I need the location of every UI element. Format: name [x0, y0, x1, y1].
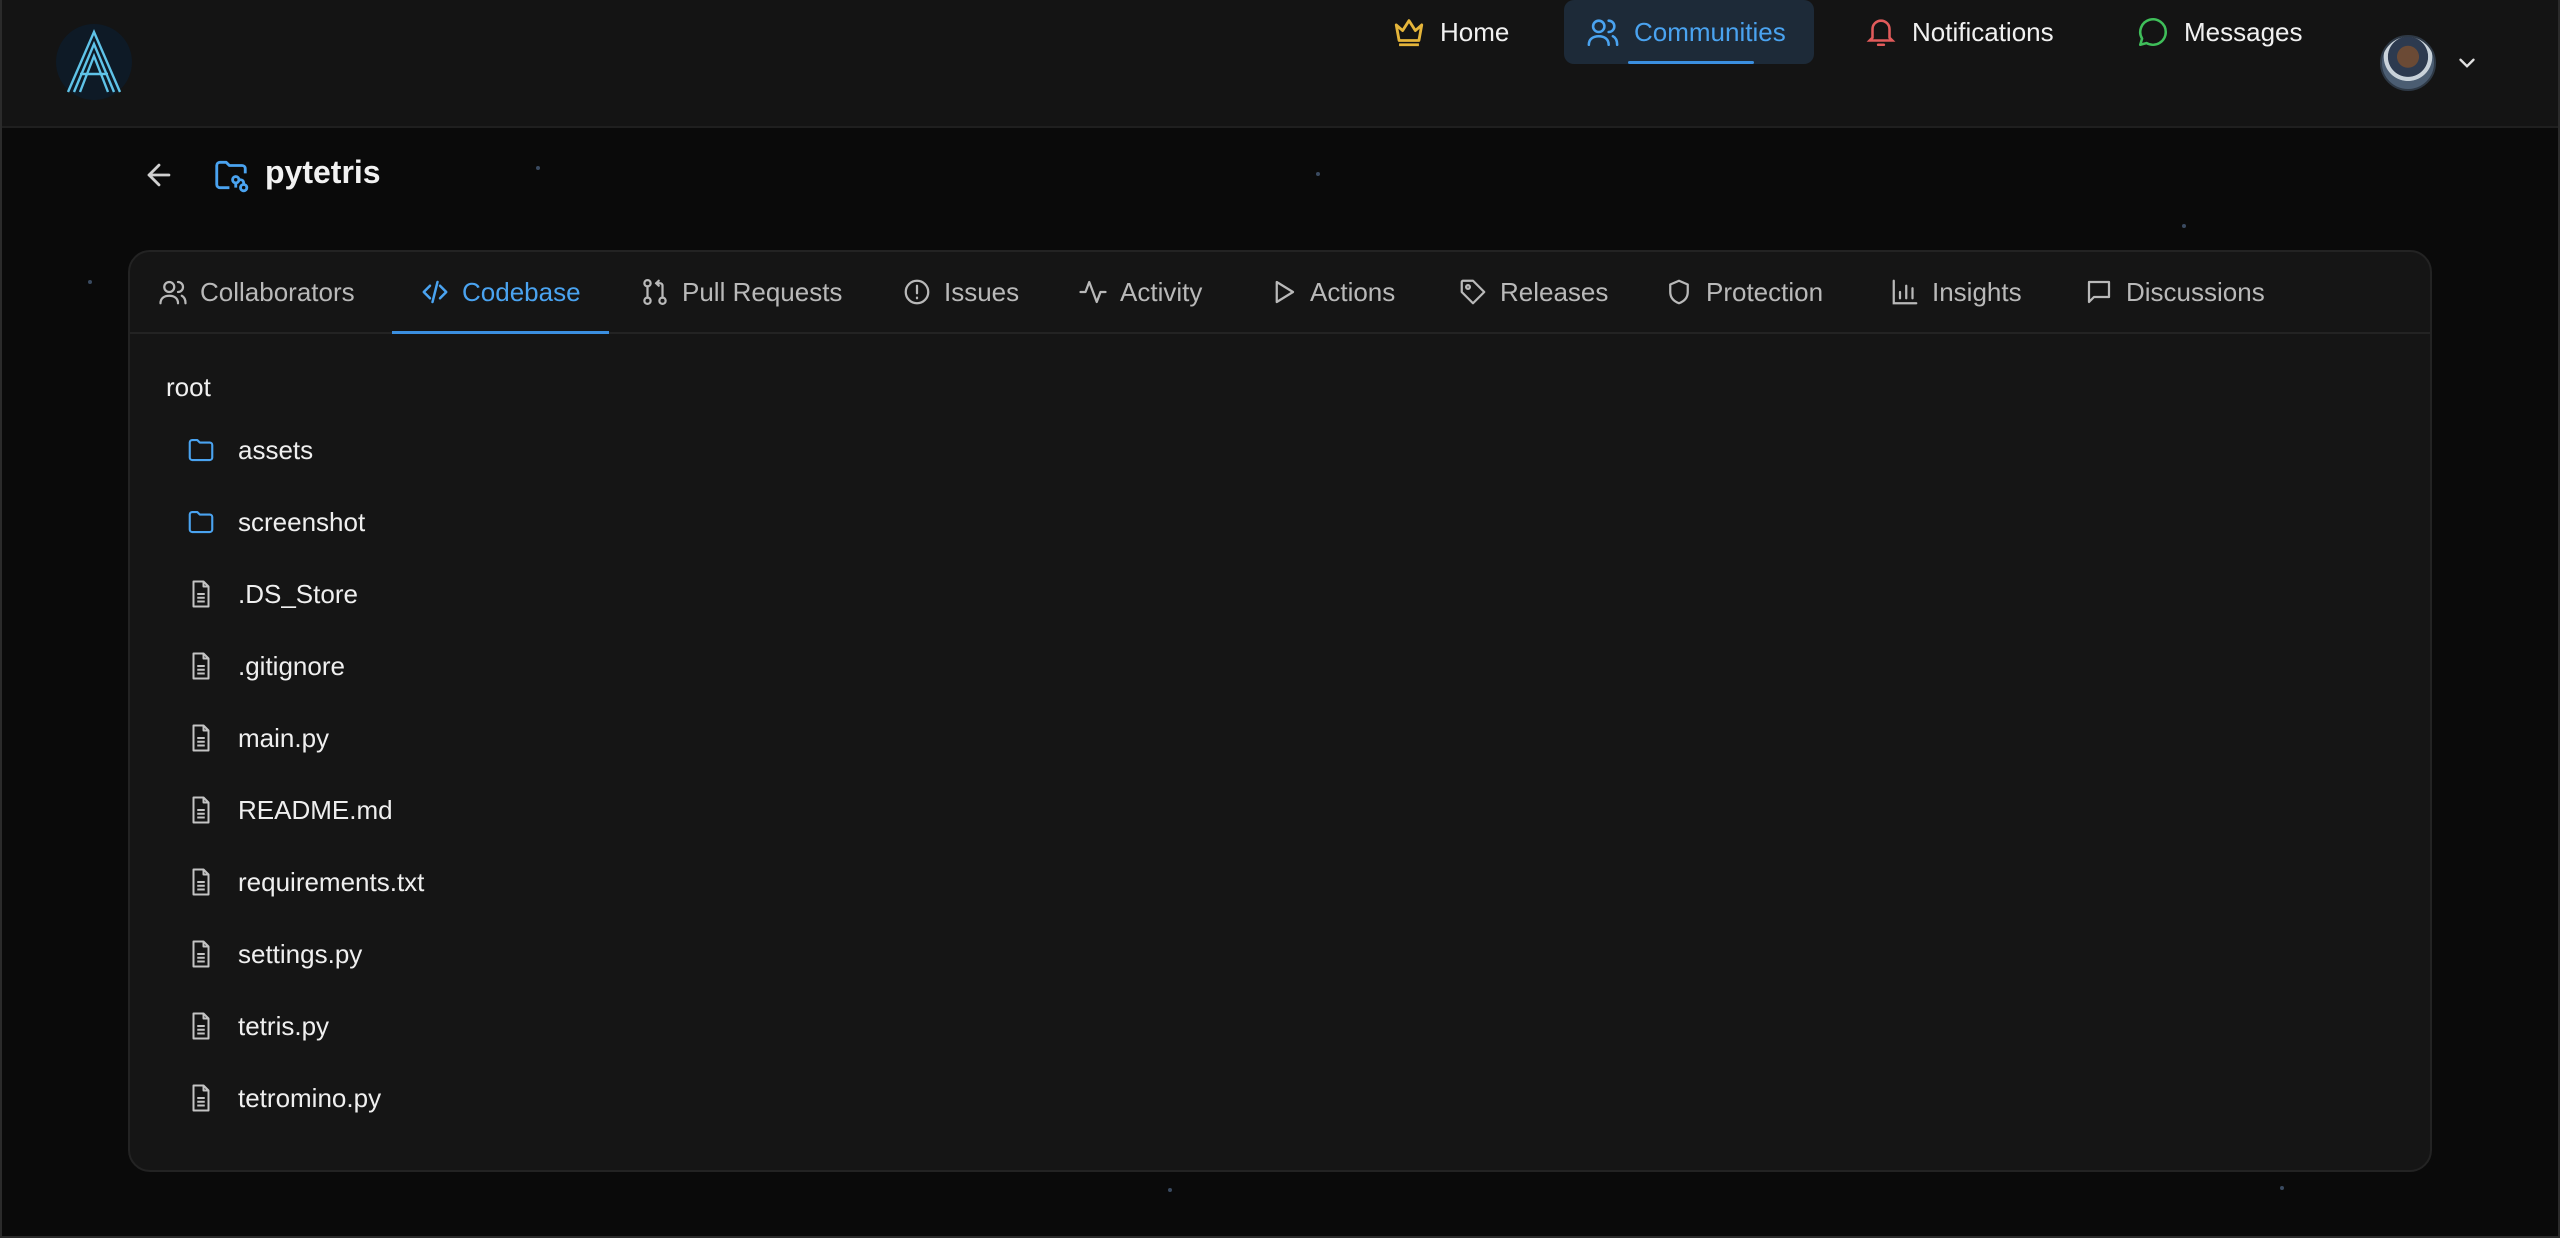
folder-git-icon	[215, 160, 249, 193]
file-name: settings.py	[238, 938, 363, 969]
back-arrow-icon[interactable]	[142, 158, 176, 192]
nav-communities[interactable]: Communities	[1564, 0, 1814, 64]
message-circle-icon	[2138, 18, 2168, 47]
background-dot	[2280, 1186, 2284, 1190]
tab-activity[interactable]: Activity	[1078, 252, 1202, 332]
tab-releases[interactable]: Releases	[1458, 252, 1608, 332]
background-dot	[1168, 1188, 1172, 1192]
file-name: .DS_Store	[238, 578, 358, 609]
user-avatar[interactable]	[2380, 35, 2436, 91]
tab-collaborators[interactable]: Collaborators	[158, 252, 355, 332]
repo-tabs: Collaborators Codebase Pull Requests Iss…	[130, 252, 2430, 334]
users-icon	[159, 280, 187, 305]
file-name: requirements.txt	[238, 866, 425, 897]
active-tab-underline	[392, 331, 609, 334]
nav-home-label: Home	[1440, 16, 1510, 47]
tab-protection[interactable]: Protection	[1664, 252, 1823, 332]
play-icon	[1275, 280, 1295, 304]
active-nav-underline	[1628, 61, 1754, 64]
file-item[interactable]: .gitignore	[186, 630, 424, 702]
chevron-down-icon[interactable]	[2454, 50, 2480, 76]
folder-icon	[188, 510, 214, 534]
file-text-icon	[192, 1012, 210, 1040]
file-name: assets	[238, 434, 314, 465]
background-dot	[2182, 224, 2186, 228]
tab-codebase[interactable]: Codebase	[392, 252, 609, 334]
nav-messages-label: Messages	[2184, 16, 2303, 47]
tab-discussions[interactable]: Discussions	[2084, 252, 2265, 332]
nav-home[interactable]: Home	[1392, 0, 1522, 64]
tab-label: Codebase	[462, 276, 581, 307]
file-text-icon	[192, 580, 210, 608]
tag-icon	[1460, 279, 1486, 305]
file-item[interactable]: tetris.py	[186, 990, 424, 1062]
tab-label: Insights	[1932, 276, 2022, 307]
nav-notifications-label: Notifications	[1912, 16, 2054, 47]
tab-label: Discussions	[2126, 276, 2265, 307]
code-icon	[422, 280, 448, 304]
bar-chart-icon	[1892, 279, 1918, 305]
file-item[interactable]: settings.py	[186, 918, 424, 990]
file-item[interactable]: requirements.txt	[186, 846, 424, 918]
file-tree: assets screenshot .DS_Store .gitignore m…	[186, 414, 424, 1134]
folder-item-screenshot[interactable]: screenshot	[186, 486, 424, 558]
users-icon	[1587, 19, 1619, 47]
file-text-icon	[192, 796, 210, 824]
app-logo-icon[interactable]	[54, 22, 134, 102]
file-text-icon	[192, 940, 210, 968]
activity-icon	[1079, 280, 1107, 304]
tab-label: Collaborators	[200, 276, 355, 307]
tree-root-label: root	[166, 372, 211, 402]
file-name: tetromino.py	[238, 1082, 382, 1113]
file-name: README.md	[238, 794, 393, 825]
folder-icon	[188, 438, 214, 462]
tab-label: Pull Requests	[682, 276, 843, 307]
nav-messages[interactable]: Messages	[2136, 0, 2316, 64]
file-text-icon	[192, 868, 210, 896]
file-item[interactable]: tetromino.py	[186, 1062, 424, 1134]
alert-circle-icon	[904, 279, 930, 305]
git-pull-request-icon	[643, 279, 667, 305]
file-name: .gitignore	[238, 650, 345, 681]
message-square-icon	[2087, 280, 2111, 304]
file-item[interactable]: main.py	[186, 702, 424, 774]
tab-label: Activity	[1120, 276, 1203, 307]
top-navigation-bar: Home Communities Notifications Messages	[0, 0, 2560, 128]
background-dot	[1316, 172, 1320, 176]
tab-label: Releases	[1500, 276, 1609, 307]
folder-item-assets[interactable]: assets	[186, 414, 424, 486]
tab-label: Issues	[944, 276, 1020, 307]
file-text-icon	[192, 652, 210, 680]
tab-label: Protection	[1706, 276, 1824, 307]
tab-insights[interactable]: Insights	[1890, 252, 2022, 332]
file-text-icon	[192, 1084, 210, 1112]
nav-communities-label: Communities	[1634, 16, 1786, 47]
tab-actions[interactable]: Actions	[1268, 252, 1395, 332]
file-item[interactable]: .DS_Store	[186, 558, 424, 630]
repo-card: Collaborators Codebase Pull Requests Iss…	[128, 250, 2432, 1172]
nav-notifications[interactable]: Notifications	[1864, 0, 2074, 64]
bell-icon	[1866, 19, 1896, 47]
tab-label: Actions	[1310, 276, 1396, 307]
background-dot	[536, 166, 540, 170]
background-dot	[88, 280, 92, 284]
file-name: main.py	[238, 722, 330, 753]
crown-icon	[1394, 19, 1424, 47]
tab-issues[interactable]: Issues	[902, 252, 1019, 332]
repo-title: pytetris	[265, 154, 381, 190]
file-name: screenshot	[238, 506, 366, 537]
file-text-icon	[192, 724, 210, 752]
shield-icon	[1669, 279, 1689, 305]
file-name: tetris.py	[238, 1010, 330, 1041]
file-item[interactable]: README.md	[186, 774, 424, 846]
tab-pull-requests[interactable]: Pull Requests	[640, 252, 842, 332]
